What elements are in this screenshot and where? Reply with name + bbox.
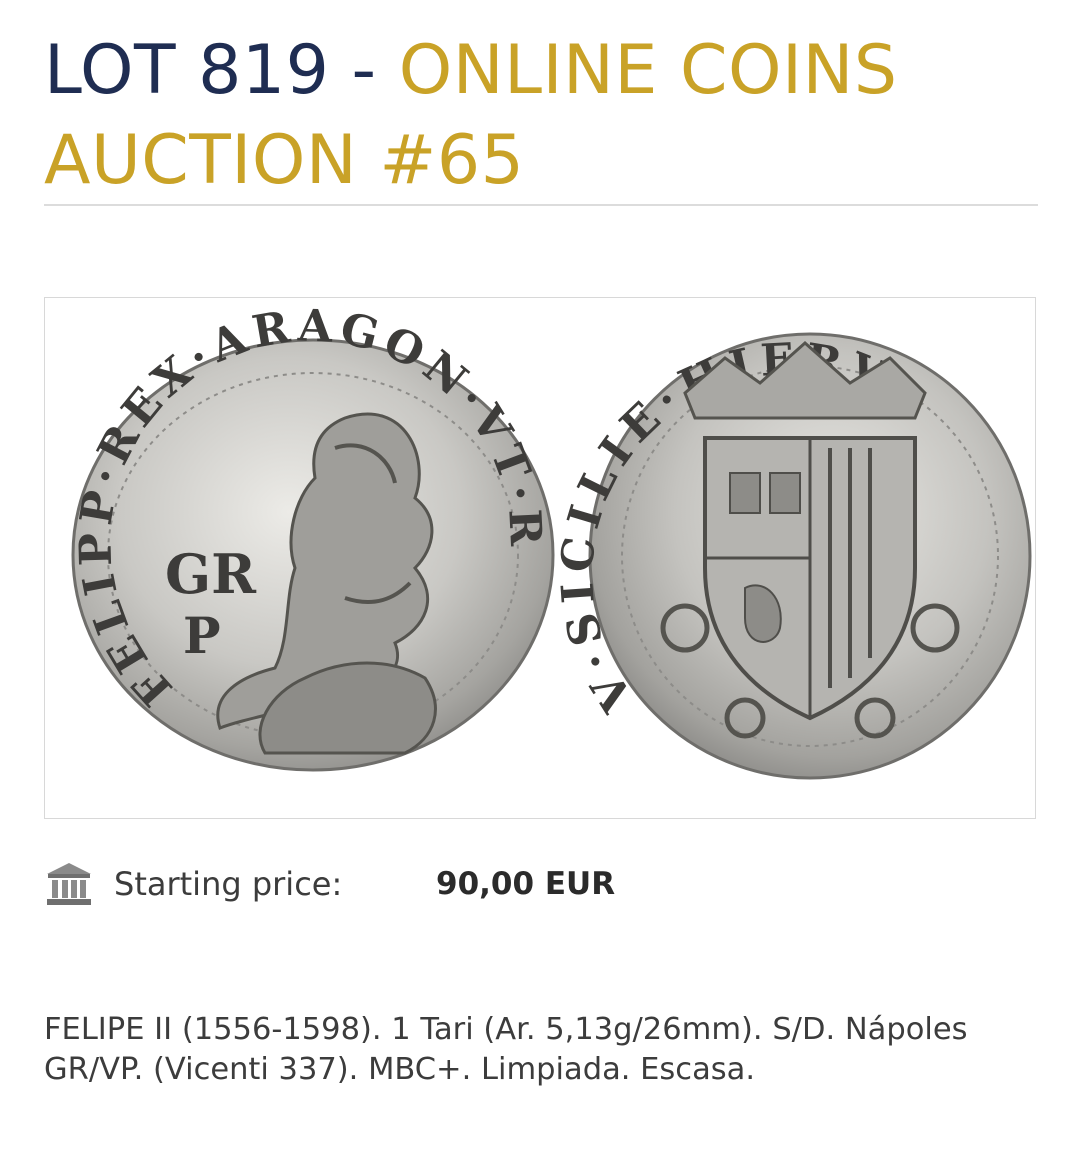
coin-image[interactable]: FELIPP·REX·ARAGON·VT·R GR P V·SICILIE·HI… [44, 297, 1036, 819]
page-title: LOT 819 - ONLINE COINS AUCTION #65 [44, 26, 1034, 206]
lot-description: FELIPE II (1556-1598). 1 Tari (Ar. 5,13g… [44, 1012, 968, 1087]
reverse-coin: V·SICILIE·HIERV [551, 332, 1032, 780]
lot-number: LOT 819 [44, 31, 330, 110]
starting-price-value: 90,00 EUR [436, 866, 616, 902]
title-separator: - [329, 31, 399, 110]
obverse-coin: FELIPP·REX·ARAGON·VT·R GR P [70, 300, 555, 772]
starting-price-row: Starting price: 90,00 EUR [44, 858, 744, 910]
obverse-mark-gr: GR [165, 542, 257, 606]
coin-photo: FELIPP·REX·ARAGON·VT·R GR P V·SICILIE·HI… [70, 300, 1032, 780]
bank-icon [44, 859, 94, 909]
lot-page: LOT 819 - ONLINE COINS AUCTION #65 FELIP… [0, 0, 1080, 1156]
starting-price-label: Starting price: [114, 865, 343, 903]
obverse-mark-p: P [183, 606, 221, 665]
title-divider [44, 204, 1038, 206]
